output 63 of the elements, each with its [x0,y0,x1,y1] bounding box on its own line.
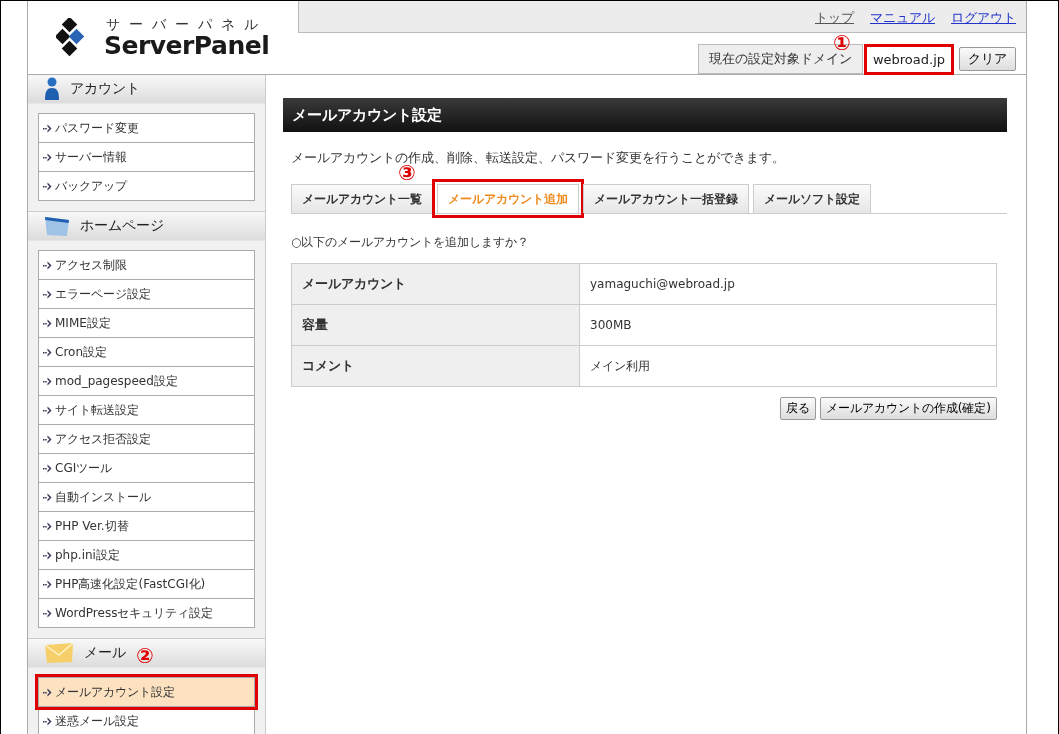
arrow-bullet-icon [43,434,53,444]
sidebar-item[interactable]: アクセス制限 [39,251,254,279]
arrow-bullet-icon [43,123,53,133]
arrow-bullet-icon [43,492,53,502]
sidebar-item[interactable]: サーバー情報 [39,142,254,171]
person-icon [44,77,60,101]
header-link[interactable]: トップ [815,8,854,27]
arrow-bullet-icon [43,347,53,357]
header-link[interactable]: ログアウト [951,8,1016,27]
window-icon [44,215,70,237]
sidebar-item[interactable]: MIME設定 [39,308,254,337]
arrow-bullet-icon [43,289,53,299]
annotation-marker: ③ [398,163,416,184]
sidebar-item[interactable]: php.ini設定 [39,540,254,569]
clear-button[interactable]: クリア [959,47,1016,71]
tab[interactable]: メールアカウント一括登録 [583,184,749,213]
arrow-bullet-icon [43,521,53,531]
sidebar-item[interactable]: バックアップ [39,171,254,200]
sidebar-item[interactable]: パスワード変更 [39,114,254,142]
table-cell: メイン利用 [579,345,997,387]
sidebar-item[interactable]: PHP高速化設定(FastCGI化) [39,569,254,598]
arrow-bullet-icon [43,318,53,328]
arrow-bullet-icon [43,687,53,697]
sidebar-item[interactable]: PHP Ver.切替 [39,511,254,540]
arrow-bullet-icon [43,376,53,386]
confirm-button[interactable]: メールアカウントの作成(確定) [819,397,997,420]
page-title: メールアカウント設定 [283,98,1007,132]
arrow-bullet-icon [43,608,53,618]
sidebar-item[interactable]: WordPressセキュリティ設定 [39,598,254,627]
arrow-bullet-icon [43,716,53,726]
confirm-question: ○以下のメールアカウントを追加しますか？ [291,234,531,251]
sidebar-item[interactable]: CGIツール [39,453,254,482]
table-cell: 300MB [579,304,997,346]
arrow-bullet-icon [43,152,53,162]
sidebar-item[interactable]: サイト転送設定 [39,395,254,424]
arrow-bullet-icon [43,463,53,473]
table-header-cell: 容量 [291,304,580,346]
back-button[interactable]: 戻る [779,397,816,420]
table-header-cell: コメント [291,345,580,387]
logo-text: ServerPanel [104,31,270,60]
section-title: アカウント [70,80,140,98]
arrow-bullet-icon [43,579,53,589]
arrow-bullet-icon [43,260,53,270]
sidebar-item[interactable]: Cron設定 [39,337,254,366]
sidebar-item[interactable]: アクセス拒否設定 [39,424,254,453]
sidebar-item[interactable]: 迷惑メール設定 [39,706,254,734]
annotation-marker: ② [136,646,154,667]
arrow-bullet-icon [43,181,53,191]
tab[interactable]: メールアカウント一覧 [291,184,433,213]
sidebar-item[interactable]: 自動インストール [39,482,254,511]
page-description: メールアカウントの作成、削除、転送設定、パスワード変更を行うことができます。 [291,149,786,165]
header-link[interactable]: マニュアル [870,8,935,27]
sidebar-item[interactable]: mod_pagespeed設定 [39,366,254,395]
arrow-bullet-icon [43,405,53,415]
envelope-icon [44,642,74,664]
table-header-cell: メールアカウント [291,263,580,305]
tab[interactable]: メールソフト設定 [753,184,871,213]
arrow-bullet-icon [43,550,53,560]
section-title: メール [84,644,126,662]
logo-subtitle: サーバーパネル [105,15,268,32]
sidebar-item[interactable]: エラーページ設定 [39,279,254,308]
table-cell: yamaguchi@webroad.jp [579,263,997,305]
section-title: ホームページ [80,217,164,235]
